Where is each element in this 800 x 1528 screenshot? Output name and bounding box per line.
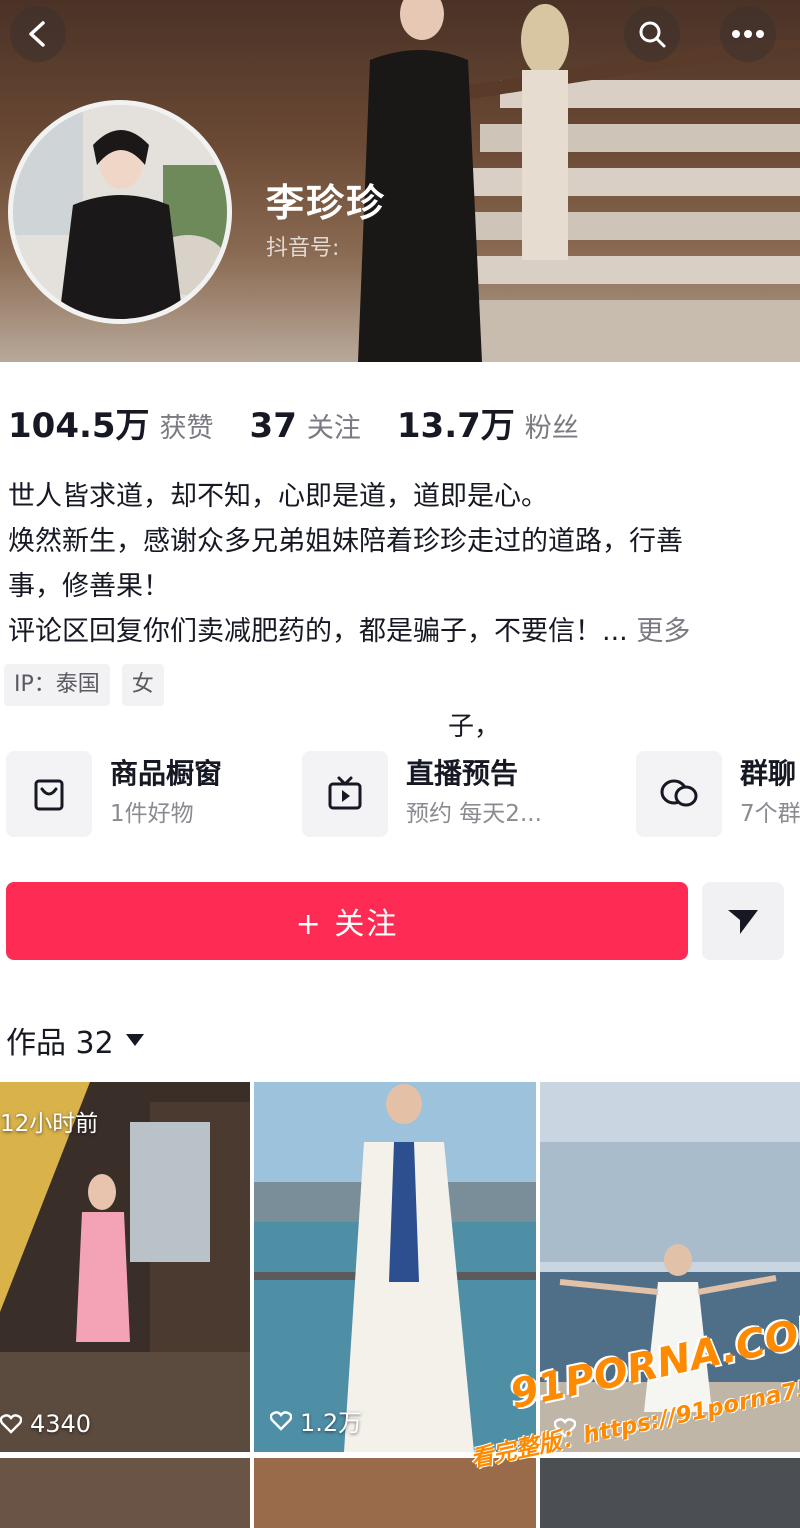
heart-icon xyxy=(270,1410,292,1431)
group-chat-card[interactable]: 群聊 7个群 xyxy=(636,748,800,840)
bio-line: 世人皆求道，却不知，心即是道，道即是心。 xyxy=(8,481,548,512)
avatar-photo xyxy=(13,105,227,319)
caret-down-icon xyxy=(125,1034,144,1046)
likes-label: 获赞 xyxy=(159,413,214,444)
group-chat-icon xyxy=(636,751,722,837)
heart-icon xyxy=(0,1414,22,1434)
profile-bio: 世人皆求道，却不知，心即是道，道即是心。 焕然新生，感谢众多兄弟姐妹陪着珍珍走过… xyxy=(8,474,788,654)
shop-bag-icon xyxy=(6,751,92,837)
bio-more-link[interactable]: 更多 xyxy=(636,616,690,647)
shop-window-card[interactable]: 商品橱窗 1件好物 xyxy=(6,748,222,840)
video-grid: 12小时前 4340 1.2万 xyxy=(0,1082,800,1528)
live-preview-card[interactable]: 直播预告 预约 每天2... xyxy=(302,748,542,840)
video-thumbnail[interactable] xyxy=(0,1458,250,1528)
profile-name: 李珍珍 xyxy=(266,181,387,225)
more-dots-icon xyxy=(732,30,764,38)
live-tv-icon xyxy=(302,751,388,837)
video-time-label: 12小时前 xyxy=(0,1111,99,1137)
follow-button[interactable]: + 关注 xyxy=(6,882,688,960)
douyin-id[interactable]: 抖音号: xyxy=(266,230,339,262)
direct-message-button[interactable] xyxy=(702,882,784,960)
followers-label: 粉丝 xyxy=(524,413,579,444)
followers-count[interactable]: 13.7万 xyxy=(397,398,515,447)
ip-location-tag: IP：泰国 xyxy=(4,664,110,706)
video-likes-count: 4340 xyxy=(30,1410,92,1438)
back-button[interactable] xyxy=(10,6,66,62)
card-subtitle: 1件好物 xyxy=(110,801,194,827)
profile-stats: 104.5万 获赞 37 关注 13.7万 粉丝 xyxy=(8,398,615,447)
works-tab-label: 作品 32 xyxy=(6,1026,114,1061)
video-likes: 1.2万 xyxy=(270,1403,362,1438)
live-preview-text: 直播预告 预约 每天2... xyxy=(406,754,542,834)
feature-cards: 商品橱窗 1件好物 直播预告 预约 每天2... 群聊 7个群 xyxy=(0,748,800,840)
video-thumbnail[interactable]: 12小时前 4340 xyxy=(0,1082,250,1452)
video-likes: 4340 xyxy=(0,1410,91,1438)
profile-tags: IP：泰国 女 xyxy=(4,664,164,706)
following-count[interactable]: 37 xyxy=(250,406,297,446)
card-title: 商品橱窗 xyxy=(110,757,223,790)
back-arrow-icon xyxy=(29,21,45,47)
likes-count[interactable]: 104.5万 xyxy=(8,398,150,447)
card-title: 群聊 xyxy=(740,757,797,790)
card-subtitle: 预约 每天2... xyxy=(406,801,542,827)
statue-image xyxy=(521,4,569,260)
group-chat-text: 群聊 7个群 xyxy=(740,754,800,834)
video-thumbnail[interactable] xyxy=(540,1458,800,1528)
bio-line: 焕然新生，感谢众多兄弟姐妹陪着珍珍走过的道路，行善 xyxy=(8,526,683,557)
bio-text: 评论区回复你们卖减肥药的，都是骗子，不要信！... xyxy=(8,616,628,647)
bio-line: 评论区回复你们卖减肥药的，都是骗子，不要信！... 更多 xyxy=(8,609,788,654)
shop-window-text: 商品橱窗 1件好物 xyxy=(110,754,222,834)
profile-banner: 李珍珍 抖音号: xyxy=(0,0,800,362)
following-label: 关注 xyxy=(306,413,361,444)
overlay-text: 子， xyxy=(448,712,501,742)
works-tab[interactable]: 作品 32 xyxy=(6,1018,144,1062)
card-title: 直播预告 xyxy=(406,757,519,790)
search-button[interactable] xyxy=(624,6,680,62)
more-options-button[interactable] xyxy=(720,6,776,62)
video-likes-count: 1.2万 xyxy=(300,1409,363,1437)
video-thumbnail[interactable]: 1.2万 xyxy=(254,1082,536,1452)
avatar[interactable] xyxy=(8,100,232,324)
bio-line: 事，修善果！ xyxy=(8,571,170,602)
card-subtitle: 7个群 xyxy=(740,801,800,827)
video-image xyxy=(254,1082,536,1452)
gender-tag: 女 xyxy=(121,664,164,706)
search-icon xyxy=(639,21,666,48)
send-arrow-icon xyxy=(728,910,758,934)
